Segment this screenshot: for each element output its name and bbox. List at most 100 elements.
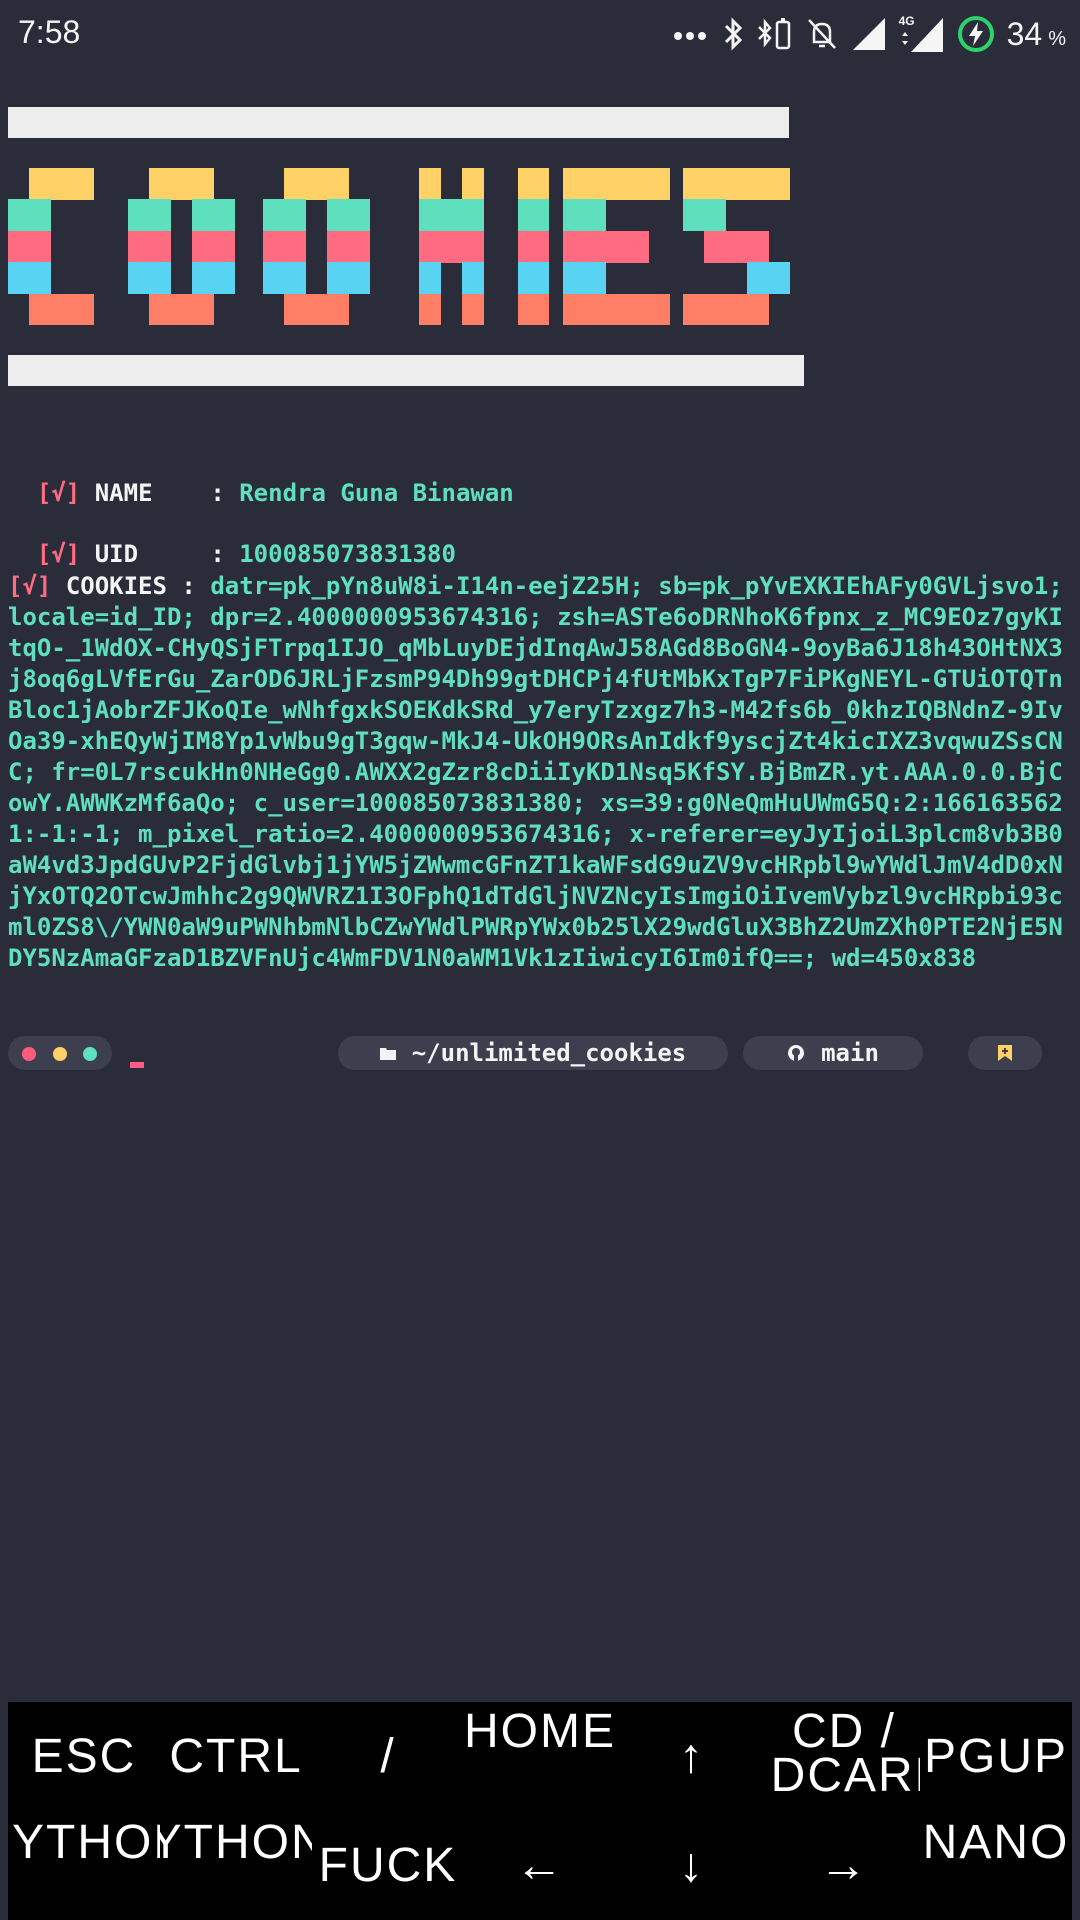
logo-cell (627, 230, 650, 263)
silent-bell-icon (807, 19, 836, 49)
git-branch-pill: main (743, 1036, 923, 1070)
key-home[interactable]: HOME (464, 1702, 616, 1811)
key-arrow-right[interactable]: → (768, 1811, 920, 1920)
logo-cell (563, 230, 585, 263)
logo-cell (29, 168, 52, 200)
folder-icon (379, 1048, 396, 1060)
status-icons: 4G 34 % (673, 14, 1066, 54)
key-arrow-up[interactable]: ↑ (616, 1702, 768, 1811)
bookmark-icon (998, 1045, 1012, 1061)
signal-4g-icon: 4G (899, 14, 945, 54)
logo-cell (327, 262, 350, 295)
logo-cell (563, 168, 585, 200)
logo-cell (29, 199, 52, 232)
directory-pill: ~/unlimited_cookies (338, 1036, 728, 1070)
logo-cell (462, 262, 485, 295)
logo-cell (518, 262, 549, 295)
logo-cell (683, 168, 705, 200)
logo-cell (747, 262, 770, 295)
key-arrow-down[interactable]: ↓ (616, 1811, 768, 1920)
uid-line: [√] UID : 100085073831380 (8, 509, 456, 569)
battery-percent: 34 (1006, 15, 1043, 52)
logo-cell (213, 262, 236, 295)
check-mark: [√] (36, 479, 81, 507)
logo-cell (8, 262, 30, 295)
logo-cell (462, 168, 485, 200)
key-cd-sdcard[interactable]: CD / SDCARD (768, 1702, 920, 1811)
logo-cell (518, 199, 549, 232)
more-dots-icon (673, 32, 706, 40)
banner-bar-bottom (8, 355, 804, 386)
logo-cell (284, 262, 307, 295)
logo-cell (284, 230, 307, 263)
logo-cell (348, 230, 371, 263)
logo-cell (128, 199, 150, 232)
clock: 7:58 (18, 14, 81, 50)
logo-cell (128, 262, 150, 295)
logo-cell (584, 262, 607, 295)
key-fuck[interactable]: FUCK (312, 1811, 464, 1920)
git-branch: main (821, 1039, 879, 1067)
key-python[interactable]: PYTHON (8, 1811, 160, 1920)
cookies-key: COOKIES (65, 572, 182, 600)
extra-keys-bar: ESC CTRL / HOME ↑ CD / SDCARD PGUP PYTHO… (8, 1702, 1072, 1920)
logo-cell (213, 199, 236, 232)
logo-cell (563, 293, 585, 326)
logo-cell (8, 199, 30, 232)
logo-cell (327, 199, 350, 232)
logo-cell (284, 168, 307, 200)
logo-cell (440, 199, 463, 232)
name-key: NAME (94, 479, 211, 507)
logo-cell (584, 293, 607, 326)
status-bar: 7:58 4G 34 % (0, 0, 1080, 70)
logo-cell (725, 230, 748, 263)
logo-cell (29, 293, 52, 326)
battery-percent-unit: % (1048, 27, 1066, 50)
banner-bar-top (8, 107, 789, 138)
logo-cell (263, 199, 285, 232)
github-icon (788, 1045, 805, 1061)
logo-cell (213, 230, 236, 263)
green-dot-icon (83, 1047, 97, 1061)
logo-cell (440, 230, 463, 263)
logo-cell (128, 230, 150, 263)
logo-cell (72, 293, 95, 326)
logo-cell (563, 199, 585, 232)
logo-cell (518, 230, 549, 263)
key-slash[interactable]: / (312, 1702, 464, 1811)
key-pgup[interactable]: PGUP (920, 1702, 1072, 1811)
logo-cell (462, 293, 485, 326)
key-python2[interactable]: PYTHON2 (160, 1811, 312, 1920)
logo-cell (50, 293, 73, 326)
logo-cell (704, 168, 727, 200)
logo-cell (149, 262, 172, 295)
red-dot-icon (22, 1047, 36, 1061)
check-mark: [√] (36, 540, 81, 568)
logo-cell (648, 293, 671, 326)
key-esc[interactable]: ESC (8, 1702, 160, 1811)
bluetooth-icon (724, 17, 742, 51)
logo-cell (305, 293, 328, 326)
cookies-ascii-logo (8, 168, 791, 326)
yellow-dot-icon (53, 1047, 67, 1061)
terminal-cursor[interactable] (130, 1062, 144, 1068)
logo-cell (50, 168, 73, 200)
logo-cell (563, 262, 585, 295)
logo-cell (627, 168, 650, 200)
logo-cell (627, 293, 650, 326)
check-mark: [√] (8, 572, 52, 600)
shell-prompt: ~/unlimited_cookies main (8, 1036, 1044, 1070)
cookies-value[interactable]: datr=pk_pYn8uW8i-I14n-eejZ25H; sb=pk_pYv… (8, 572, 1063, 972)
logo-cell (419, 293, 442, 326)
logo-cell (149, 230, 172, 263)
name-separator: : (210, 479, 240, 507)
logo-cell (348, 199, 371, 232)
key-arrow-left[interactable]: ← (464, 1811, 616, 1920)
key-nano[interactable]: NANO (920, 1811, 1072, 1920)
logo-cell (170, 293, 193, 326)
logo-cell (462, 199, 485, 232)
name-value: Rendra Guna Binawan (239, 479, 514, 507)
key-ctrl[interactable]: CTRL (160, 1702, 312, 1811)
logo-cell (584, 230, 607, 263)
signal-icon (852, 18, 885, 50)
